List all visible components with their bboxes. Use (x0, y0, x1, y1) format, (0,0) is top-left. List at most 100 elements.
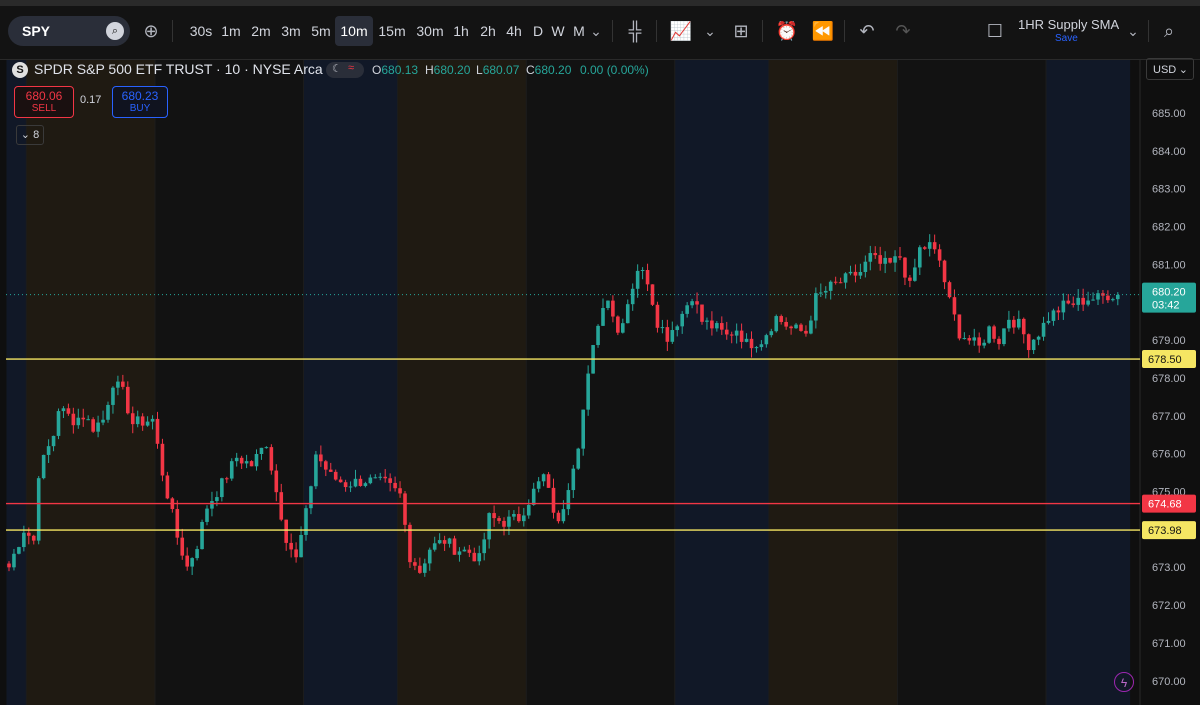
undo-icon[interactable]: ↶ (854, 18, 880, 44)
buy-label: BUY (129, 103, 151, 114)
y-tick-label: 685.00 (1152, 108, 1186, 120)
candle-body (418, 565, 422, 573)
price-chart[interactable]: 685.00684.00683.00682.00681.00680.00679.… (0, 60, 1200, 705)
y-tick-label: 682.00 (1152, 222, 1186, 234)
tab-timeframe-10m[interactable]: 10m (335, 16, 373, 46)
candle-body (715, 323, 719, 329)
candle-body (12, 553, 16, 568)
candle-body (650, 284, 655, 305)
candle-body (7, 563, 11, 568)
session-badges[interactable]: ☾ ≈ (326, 62, 364, 78)
candle-type-icon[interactable]: ╬ (622, 18, 648, 44)
candle-body (759, 344, 764, 348)
candle-body (814, 293, 818, 321)
ohlc-high: H680.20 (425, 63, 471, 77)
y-tick-label: 672.00 (1152, 600, 1186, 612)
candle-body (809, 320, 813, 334)
candle-body (729, 334, 734, 336)
symbol-search-box[interactable]: SPY ⌕ (8, 16, 130, 46)
candle-body (769, 331, 774, 336)
chevron-down-icon[interactable]: ⌄ (583, 18, 609, 44)
candle-body (878, 255, 882, 264)
candle-body (437, 540, 442, 544)
candle-body (477, 553, 482, 562)
browser-tab-strip (0, 0, 1200, 6)
search-zoom-icon[interactable]: ⌕ (1156, 18, 1182, 44)
candle-body (566, 490, 571, 510)
currency-selector[interactable]: USD ⌄ (1146, 58, 1194, 80)
chevron-down-icon[interactable]: ⌄ (1120, 18, 1146, 44)
redo-icon[interactable]: ↷ (890, 18, 916, 44)
candle-body (319, 454, 323, 462)
layouts-icon[interactable]: ⊞ (728, 18, 754, 44)
chevron-down-icon[interactable]: ⌄ (697, 18, 723, 44)
tab-timeframe-1m[interactable]: 1m (216, 16, 246, 46)
tab-timeframe-3m[interactable]: 3m (276, 16, 306, 46)
lightning-icon[interactable]: ϟ (1114, 672, 1134, 692)
save-label[interactable]: Save (1055, 33, 1078, 44)
candle-body (1026, 334, 1031, 351)
candle-body (36, 478, 41, 541)
candle-body (175, 509, 180, 538)
candle-body (601, 308, 605, 326)
candle-body (482, 539, 486, 554)
top-toolbar: SPY ⌕ ⊕ 30s 1m 2m 3m 5m 10m 15m 30m 1h 2h 4h D W M ⌄ … (0, 0, 1200, 60)
candle-body (1051, 310, 1056, 321)
alert-icon[interactable]: ⏰ (774, 18, 800, 44)
candle-body (685, 305, 689, 314)
session-band (155, 60, 304, 705)
candle-body (967, 338, 972, 341)
candle-body (522, 515, 526, 522)
buy-price: 680.23 (121, 89, 159, 103)
candle-body (843, 273, 848, 283)
candle-body (982, 342, 986, 346)
candle-body (611, 300, 615, 317)
y-tick-label: 684.00 (1152, 146, 1186, 158)
square-icon[interactable]: ☐ (982, 18, 1008, 44)
candle-body (1031, 339, 1036, 351)
candle-body (215, 497, 219, 502)
candle-body (106, 404, 110, 420)
candle-body (992, 326, 996, 339)
candle-body (264, 447, 269, 449)
candle-body (1041, 322, 1046, 337)
replay-icon[interactable]: ⏪ (810, 18, 836, 44)
buy-button[interactable]: 680.23 BUY (112, 86, 168, 118)
search-icon[interactable]: ⌕ (106, 22, 124, 40)
tab-timeframe-30s[interactable]: 30s (184, 16, 218, 46)
candle-body (883, 257, 887, 264)
candle-body (665, 327, 670, 342)
layout-name[interactable]: 1HR Supply SMA (1018, 18, 1119, 32)
tab-timeframe-2m[interactable]: 2m (246, 16, 276, 46)
candle-body (635, 270, 640, 289)
candle-body (160, 443, 165, 476)
tab-timeframe-2h[interactable]: 2h (474, 16, 502, 46)
session-band (526, 60, 675, 705)
candle-body (962, 338, 967, 340)
tab-timeframe-30m[interactable]: 30m (411, 16, 449, 46)
candle-body (46, 446, 51, 455)
candle-body (393, 482, 397, 489)
tab-timeframe-5m[interactable]: 5m (306, 16, 336, 46)
ohlc-change: 0.00 (0.00%) (580, 63, 649, 77)
candle-body (700, 304, 704, 322)
candle-body (784, 321, 788, 327)
tab-timeframe-4h[interactable]: 4h (500, 16, 528, 46)
candle-body (269, 447, 274, 471)
sell-button[interactable]: 680.06 SELL (14, 86, 74, 118)
candle-body (819, 292, 823, 294)
candle-body (239, 457, 244, 464)
indicators-icon[interactable]: 📈 (668, 18, 694, 44)
candle-body (804, 330, 808, 334)
candle-body (432, 543, 437, 550)
candle-body (868, 253, 873, 262)
candle-body (225, 478, 229, 480)
indicators-collapse-button[interactable]: ⌄ 8 (16, 125, 44, 145)
candle-body (111, 387, 115, 405)
tab-timeframe-1h[interactable]: 1h (447, 16, 475, 46)
tab-timeframe-15m[interactable]: 15m (373, 16, 411, 46)
symbol-logo: S (12, 62, 28, 78)
add-compare-icon[interactable]: ⊕ (138, 18, 164, 44)
candle-body (660, 327, 665, 329)
candle-body (165, 475, 170, 499)
